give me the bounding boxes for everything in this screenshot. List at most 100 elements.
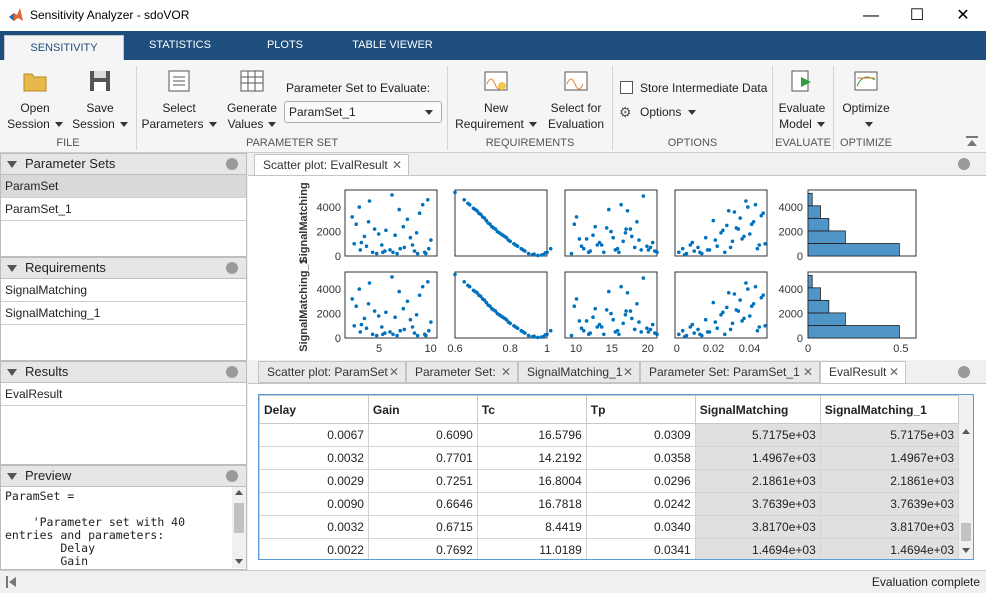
doc-tab-scatter-paramset[interactable]: Scatter plot: ParamSet ✕ xyxy=(258,361,406,383)
collapse-triangle-icon[interactable] xyxy=(7,369,17,376)
list-item[interactable]: EvalResult xyxy=(1,383,246,406)
maximize-button[interactable]: ☐ xyxy=(894,0,940,31)
panel-menu-icon[interactable] xyxy=(226,366,238,378)
close-tab-icon[interactable]: ✕ xyxy=(803,362,813,382)
table-row[interactable]: 0.0022 0.7692 11.0189 0.0341 1.4694e+03 1.469… xyxy=(259,538,960,559)
table-cell[interactable]: 0.0022 xyxy=(259,538,369,559)
close-tab-icon[interactable]: ✕ xyxy=(501,362,511,382)
list-item[interactable]: ParamSet xyxy=(1,175,246,198)
table-cell[interactable]: 16.5796 xyxy=(476,423,587,447)
tab-sensitivity-analysis[interactable]: SENSITIVITY ANALYSIS xyxy=(4,35,124,79)
table-cell[interactable]: 0.0296 xyxy=(585,469,696,493)
table-row[interactable]: 0.0032 0.6715 8.4419 0.0340 3.8170e+03 3.8170… xyxy=(259,515,960,539)
column-header[interactable]: Delay xyxy=(259,395,369,424)
new-requirement-button[interactable]: New Requirement xyxy=(452,68,540,132)
preview-scrollbar[interactable] xyxy=(232,487,246,568)
scroll-down-icon[interactable] xyxy=(235,559,243,564)
table-cell[interactable]: 3.7639e+03 xyxy=(694,492,821,516)
column-header[interactable]: SignalMatching xyxy=(694,395,821,424)
collapse-triangle-icon[interactable] xyxy=(7,473,17,480)
minimize-button[interactable]: — xyxy=(848,0,894,31)
table-cell[interactable]: 16.7818 xyxy=(476,492,587,516)
column-header[interactable]: Tp xyxy=(585,395,696,424)
table-cell[interactable]: 8.4419 xyxy=(476,515,587,539)
table-cell[interactable]: 0.6715 xyxy=(367,515,478,539)
table-scrollbar[interactable] xyxy=(959,395,973,559)
open-session-button[interactable]: Open Session xyxy=(6,68,64,132)
panel-header[interactable]: Requirements xyxy=(0,257,247,279)
list-item[interactable]: ParamSet_1 xyxy=(1,198,246,221)
close-tab-icon[interactable]: ✕ xyxy=(623,362,633,382)
table-row[interactable]: 0.0032 0.7701 14.2192 0.0358 1.4967e+03 1.496… xyxy=(259,446,960,470)
table-cell[interactable]: 0.0067 xyxy=(259,423,369,447)
scroll-down-icon[interactable] xyxy=(962,548,970,553)
table-cell[interactable]: 0.0032 xyxy=(259,515,369,539)
panel-menu-icon[interactable] xyxy=(226,158,238,170)
doc-tab-scatter-evalresult[interactable]: Scatter plot: EvalResult ✕ xyxy=(254,154,409,176)
collapse-triangle-icon[interactable] xyxy=(7,161,17,168)
doc-menu-icon[interactable] xyxy=(958,366,970,378)
panel-menu-icon[interactable] xyxy=(226,262,238,274)
table-cell[interactable]: 0.0029 xyxy=(259,469,369,493)
table-cell[interactable]: 5.7175e+03 xyxy=(819,423,960,447)
table-cell[interactable]: 0.0358 xyxy=(585,446,696,470)
scroll-thumb[interactable] xyxy=(961,523,971,541)
select-parameters-button[interactable]: Select Parameters xyxy=(140,68,218,132)
close-window-button[interactable]: ✕ xyxy=(940,0,986,31)
table-cell[interactable]: 11.0189 xyxy=(476,538,587,559)
table-cell[interactable]: 1.4694e+03 xyxy=(819,538,960,559)
table-cell[interactable]: 0.0309 xyxy=(585,423,696,447)
scroll-up-icon[interactable] xyxy=(962,429,970,434)
table-cell[interactable]: 16.8004 xyxy=(476,469,587,493)
doc-tab-parameter-set-paramset-1[interactable]: Parameter Set: ParamSet_1 ✕ xyxy=(640,361,820,383)
list-item[interactable]: SignalMatching_1 xyxy=(1,302,246,325)
close-tab-icon[interactable]: ✕ xyxy=(389,362,399,382)
scroll-up-icon[interactable] xyxy=(235,490,243,495)
generate-values-button[interactable]: Generate Values xyxy=(222,68,282,132)
panel-header[interactable]: Preview xyxy=(0,465,247,487)
table-cell[interactable]: 14.2192 xyxy=(476,446,587,470)
table-cell[interactable]: 0.0341 xyxy=(585,538,696,559)
doc-tab-evalresult[interactable]: EvalResult ✕ xyxy=(820,361,906,383)
table-cell[interactable]: 3.7639e+03 xyxy=(819,492,960,516)
table-cell[interactable]: 5.7175e+03 xyxy=(694,423,821,447)
optimize-button[interactable]: Optimize xyxy=(838,68,894,132)
evaluate-model-button[interactable]: Evaluate Model xyxy=(776,68,828,132)
scroll-thumb[interactable] xyxy=(234,503,244,533)
table-cell[interactable]: 0.7701 xyxy=(367,446,478,470)
column-header[interactable]: Gain xyxy=(367,395,478,424)
tab-table-viewer[interactable]: TABLE VIEWER xyxy=(345,31,440,60)
table-row[interactable]: 0.0029 0.7251 16.8004 0.0296 2.1861e+03 2.186… xyxy=(259,469,960,493)
close-tab-icon[interactable]: ✕ xyxy=(392,155,402,175)
panel-header[interactable]: Results xyxy=(0,361,247,383)
scatter-plot-matrix[interactable]: 0 02000 20004000 4000SignalMatching0 02000 20… xyxy=(248,176,986,361)
results-table[interactable]: Delay Gain Tc Tp SignalMatching SignalMatchin… xyxy=(258,394,974,560)
table-cell[interactable]: 1.4967e+03 xyxy=(694,446,821,470)
table-cell[interactable]: 0.0090 xyxy=(259,492,369,516)
table-cell[interactable]: 0.7692 xyxy=(367,538,478,559)
table-cell[interactable]: 0.7251 xyxy=(367,469,478,493)
save-session-button[interactable]: Save Session xyxy=(70,68,130,132)
table-cell[interactable]: 2.1861e+03 xyxy=(694,469,821,493)
table-cell[interactable]: 1.4694e+03 xyxy=(694,538,821,559)
close-tab-icon[interactable]: ✕ xyxy=(889,362,899,382)
table-row[interactable]: 0.0067 0.6090 16.5796 0.0309 5.7175e+03 5.717… xyxy=(259,423,960,447)
status-collapse-icon[interactable] xyxy=(6,576,17,588)
store-intermediate-checkbox[interactable]: Store Intermediate Data xyxy=(620,81,770,97)
param-set-dropdown[interactable]: ParamSet_1 xyxy=(284,101,442,123)
table-cell[interactable]: 0.6646 xyxy=(367,492,478,516)
tab-statistics[interactable]: STATISTICS xyxy=(140,31,220,60)
collapse-triangle-icon[interactable] xyxy=(7,265,17,272)
options-button[interactable]: ⚙ Options xyxy=(619,104,709,122)
list-item[interactable]: SignalMatching xyxy=(1,279,246,302)
panel-menu-icon[interactable] xyxy=(226,470,238,482)
doc-tab-parameter-set[interactable]: Parameter Set: ✕ xyxy=(406,361,518,383)
doc-menu-icon[interactable] xyxy=(958,158,970,170)
column-header[interactable]: SignalMatching_1 xyxy=(819,395,960,424)
table-cell[interactable]: 0.0340 xyxy=(585,515,696,539)
table-cell[interactable]: 3.8170e+03 xyxy=(694,515,821,539)
table-cell[interactable]: 0.0242 xyxy=(585,492,696,516)
table-cell[interactable]: 2.1861e+03 xyxy=(819,469,960,493)
column-header[interactable]: Tc xyxy=(476,395,587,424)
table-cell[interactable]: 0.6090 xyxy=(367,423,478,447)
